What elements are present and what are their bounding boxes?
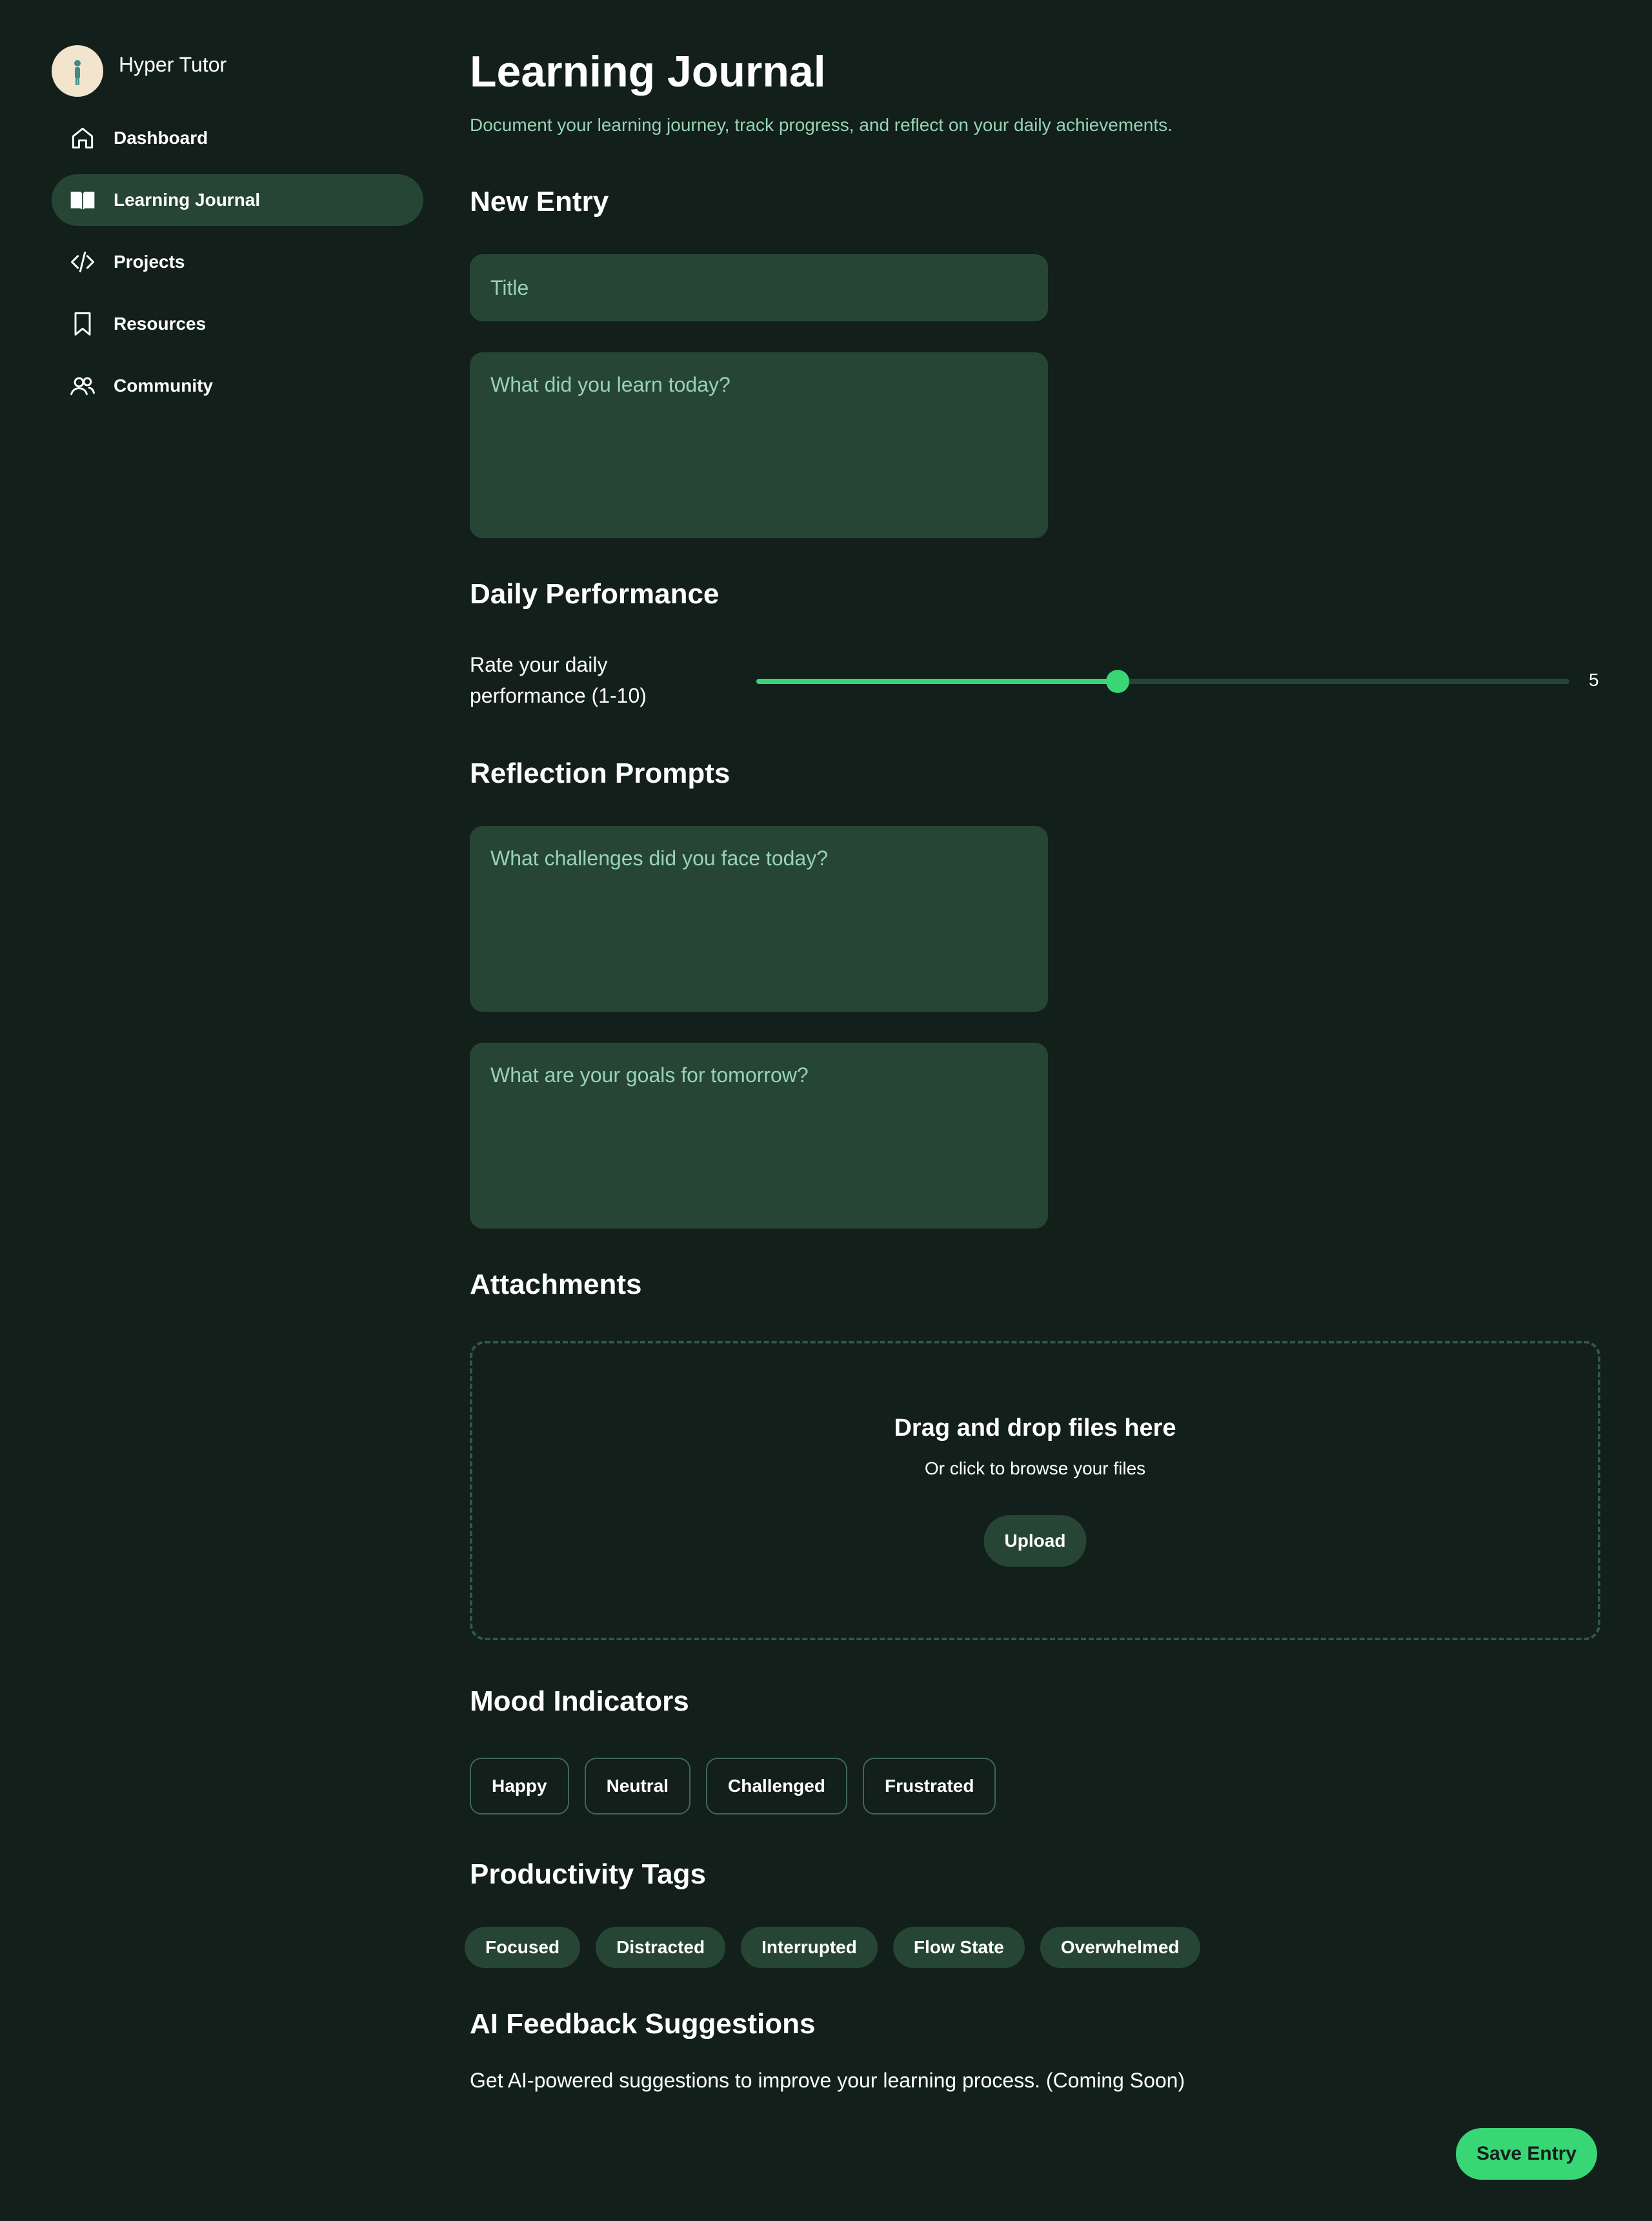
new-entry-heading: New Entry [470, 186, 609, 217]
sidebar-item-label: Learning Journal [114, 190, 261, 210]
sidebar-item-label: Dashboard [114, 128, 208, 148]
productivity-tags-heading: Productivity Tags [470, 1858, 706, 1890]
avatar-figure-icon [74, 60, 81, 85]
bookmark-icon [67, 308, 98, 339]
sidebar-item-dashboard[interactable]: Dashboard [52, 112, 423, 164]
app-name: Hyper Tutor [119, 52, 227, 76]
sidebar-item-projects[interactable]: Projects [52, 236, 423, 288]
save-entry-button[interactable]: Save Entry [1456, 2128, 1598, 2180]
file-dropzone[interactable]: Drag and drop files here Or click to bro… [470, 1341, 1600, 1640]
brand: Hyper Tutor [52, 39, 423, 103]
performance-value: 5 [1589, 670, 1599, 690]
productivity-tags: Focused Distracted Interrupted Flow Stat… [465, 1927, 1200, 1968]
mood-options: Happy Neutral Challenged Frustrated [470, 1758, 996, 1814]
dropzone-title: Drag and drop files here [894, 1414, 1176, 1442]
mood-chip-neutral[interactable]: Neutral [584, 1758, 691, 1814]
sidebar-item-community[interactable]: Community [52, 360, 423, 412]
performance-label: Rate your daily performance (1-10) [470, 653, 647, 707]
ai-feedback-text: Get AI-powered suggestions to improve yo… [470, 2069, 1185, 2092]
avatar [52, 45, 103, 97]
mood-chip-challenged[interactable]: Challenged [706, 1758, 847, 1814]
learned-today-textarea[interactable] [470, 352, 1048, 538]
sidebar: Hyper Tutor Dashboard Learning Journal P… [52, 39, 423, 422]
title-input[interactable] [470, 254, 1048, 321]
sidebar-item-resources[interactable]: Resources [52, 298, 423, 350]
dropzone-subtitle: Or click to browse your files [924, 1458, 1146, 1478]
challenges-textarea[interactable] [470, 826, 1048, 1012]
mood-chip-frustrated[interactable]: Frustrated [862, 1758, 996, 1814]
tag-interrupted[interactable]: Interrupted [741, 1927, 878, 1968]
slider-fill [756, 679, 1118, 684]
sidebar-item-label: Community [114, 376, 213, 396]
home-icon [67, 123, 98, 154]
upload-button[interactable]: Upload [983, 1515, 1087, 1567]
slider-thumb[interactable] [1105, 670, 1129, 693]
tag-distracted[interactable]: Distracted [596, 1927, 726, 1968]
page-title: Learning Journal [470, 47, 826, 96]
sidebar-item-label: Projects [114, 252, 185, 272]
goals-textarea[interactable] [470, 1043, 1048, 1229]
page-subtitle: Document your learning journey, track pr… [470, 115, 1173, 135]
mood-chip-happy[interactable]: Happy [470, 1758, 569, 1814]
attachments-heading: Attachments [470, 1269, 642, 1300]
daily-performance-heading: Daily Performance [470, 578, 720, 610]
code-icon [67, 246, 98, 277]
tag-flow-state[interactable]: Flow State [892, 1927, 1025, 1968]
tag-overwhelmed[interactable]: Overwhelmed [1040, 1927, 1200, 1968]
sidebar-item-learning-journal[interactable]: Learning Journal [52, 174, 423, 226]
sidebar-nav: Dashboard Learning Journal Projects Reso… [52, 112, 423, 412]
book-open-icon [67, 185, 98, 216]
users-icon [67, 370, 98, 401]
sidebar-item-label: Resources [114, 314, 206, 334]
reflection-prompts-heading: Reflection Prompts [470, 758, 730, 789]
mood-indicators-heading: Mood Indicators [470, 1685, 689, 1717]
ai-feedback-heading: AI Feedback Suggestions [470, 2008, 816, 2040]
tag-focused[interactable]: Focused [465, 1927, 581, 1968]
performance-slider[interactable] [756, 670, 1569, 693]
